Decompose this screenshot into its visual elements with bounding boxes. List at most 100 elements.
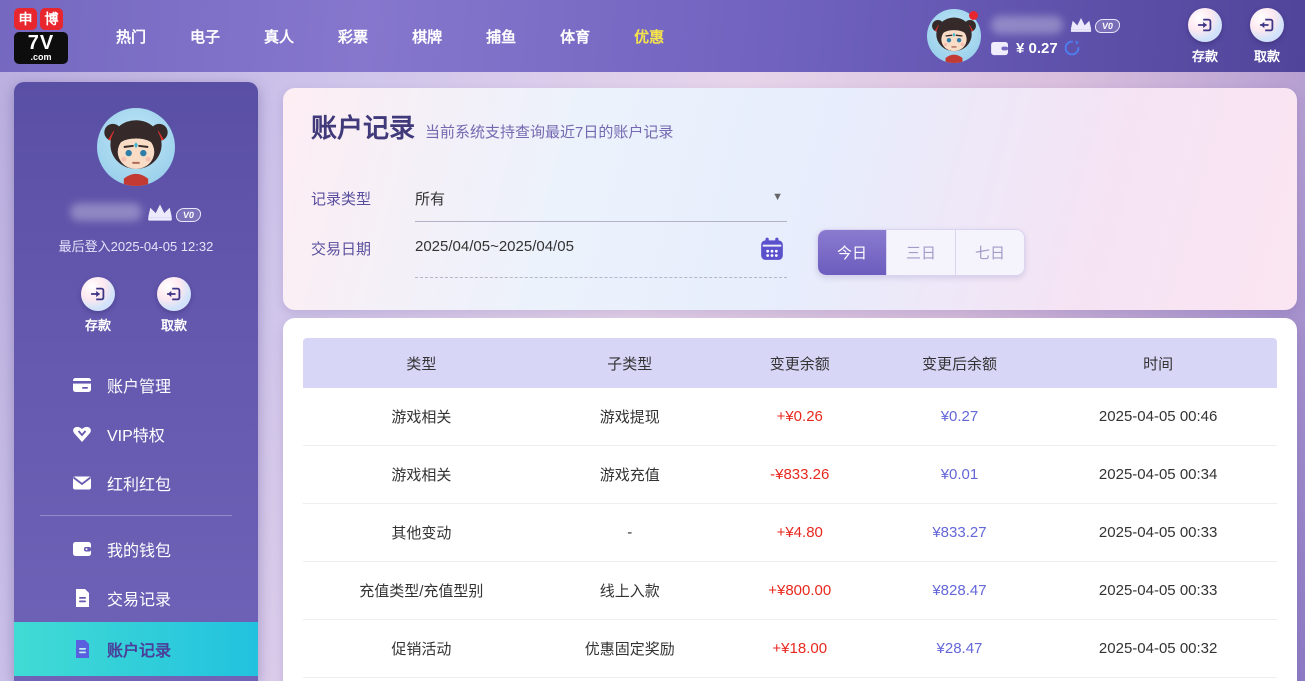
sidebar-item-transaction-records[interactable]: 交易记录: [14, 573, 258, 622]
sidebar-item-label: 交易记录: [107, 591, 172, 609]
deposit-icon: [1188, 7, 1222, 42]
sidebar-user-card: V0 最后登入2025-04-05 12:32 存款 取款: [14, 82, 258, 334]
table-row: 充值类型/充值型别 线上入款 +¥800.00 ¥828.47 2025-04-…: [303, 562, 1277, 620]
document-icon: [76, 588, 89, 607]
cell-change: +¥0.26: [776, 408, 823, 425]
logo-name-block: 7V .com: [14, 32, 68, 64]
record-type-select[interactable]: 所有 ▼: [415, 188, 787, 222]
date-range-value: 2025/04/05~2025/04/05: [415, 238, 574, 255]
sidebar-item-bonus[interactable]: 红利红包: [14, 458, 258, 507]
sidebar-item-label: 红利红包: [107, 476, 172, 494]
withdraw-button[interactable]: 取款: [1243, 7, 1291, 65]
menu-divider: [40, 515, 232, 516]
cell-time: 2025-04-05 00:33: [1098, 582, 1218, 599]
calendar-icon[interactable]: [759, 236, 785, 262]
cell-change: +¥4.80: [776, 524, 823, 541]
cell-change: +¥18.00: [772, 640, 828, 657]
sidebar-menu: 账户管理 VIP特权 红利红包 我的钱包 交易记录 账户记录: [14, 360, 258, 676]
user-avatar[interactable]: [927, 9, 981, 63]
nav-item-promo[interactable]: 优惠: [612, 16, 686, 57]
table-row: 促销活动 优惠固定奖励 +¥18.00 ¥28.47 2025-04-05 00…: [303, 620, 1277, 678]
logo-brand-chars: 申 博: [14, 8, 68, 30]
cell-subtype: 优惠固定奖励: [584, 641, 675, 658]
sidebar-item-account-records[interactable]: 账户记录: [14, 622, 258, 676]
nav-item-fishing[interactable]: 捕鱼: [464, 16, 538, 57]
main-nav: 热门 电子 真人 彩票 棋牌 捕鱼 体育 优惠: [94, 16, 686, 57]
cell-time: 2025-04-05 00:32: [1098, 640, 1218, 657]
nav-item-lottery[interactable]: 彩票: [316, 16, 390, 57]
user-info: V0 ¥ 0.27: [991, 15, 1141, 57]
deposit-button[interactable]: 存款: [1181, 7, 1229, 65]
account-records-filter-card: 账户记录 当前系统支持查询最近7日的账户记录 记录类型 所有 ▼ 交易日期 20…: [283, 88, 1297, 310]
last-login-text: 最后登入2025-04-05 12:32: [58, 239, 214, 254]
account-records-table-card: 类型 子类型 变更余额 变更后余额 时间 游戏相关 游戏提现 +¥0.26 ¥0…: [283, 318, 1297, 681]
sidebar-item-label: 账户管理: [107, 378, 172, 396]
nav-item-slots[interactable]: 电子: [168, 16, 242, 57]
deposit-label: 存款: [1191, 48, 1218, 64]
cell-time: 2025-04-05 00:34: [1098, 466, 1218, 483]
logo-char-1: 申: [14, 8, 37, 30]
logo-tld: .com: [30, 52, 52, 62]
cell-after-balance: ¥0.27: [940, 408, 979, 425]
table-header: 类型 子类型 变更余额 变更后余额 时间: [303, 338, 1277, 388]
nav-item-hot[interactable]: 热门: [94, 16, 168, 57]
table-row: 其他变动 - +¥4.80 ¥833.27 2025-04-05 00:33: [303, 504, 1277, 562]
date-range-tabs: 今日 三日 七日: [817, 229, 1025, 276]
cell-type: 促销活动: [391, 641, 452, 658]
chevron-down-icon: ▼: [772, 191, 783, 203]
nav-item-chess[interactable]: 棋牌: [390, 16, 464, 57]
crown-icon: [1070, 18, 1092, 32]
vip-badge: V0: [1094, 19, 1121, 33]
col-change: 变更余额: [769, 355, 830, 373]
nav-item-sports[interactable]: 体育: [538, 16, 612, 57]
cell-subtype: 游戏提现: [599, 409, 660, 426]
refresh-icon[interactable]: [1064, 40, 1080, 56]
page-title: 账户记录: [311, 113, 416, 143]
deposit-label: 存款: [84, 318, 111, 333]
cell-type: 其他变动: [391, 525, 452, 542]
date-range-input[interactable]: 2025/04/05~2025/04/05: [415, 236, 787, 278]
sidebar-item-label: 账户记录: [107, 643, 172, 660]
date-range-label: 交易日期: [311, 241, 372, 258]
nav-item-live[interactable]: 真人: [242, 16, 316, 57]
sidebar-item-vip[interactable]: VIP特权: [14, 409, 258, 458]
record-type-label: 记录类型: [311, 191, 372, 208]
sidebar-withdraw-button[interactable]: 取款: [150, 277, 198, 334]
cell-subtype: 游戏充值: [599, 467, 660, 484]
envelope-icon: [72, 476, 92, 489]
avatar-cartoon-girl: [104, 120, 168, 186]
logo-name: 7V: [27, 32, 55, 54]
username-blurred: [991, 15, 1063, 34]
col-type: 类型: [406, 355, 437, 373]
vip-heart-icon: [73, 426, 91, 442]
col-after-balance: 变更后余额: [921, 355, 997, 373]
cell-subtype: 线上入款: [599, 583, 660, 600]
table-row: 游戏相关 游戏提现 +¥0.26 ¥0.27 2025-04-05 00:46: [303, 388, 1277, 446]
withdraw-label: 取款: [1253, 48, 1280, 64]
sidebar-item-account-management[interactable]: 账户管理: [14, 360, 258, 409]
vip-badge: V0: [175, 208, 203, 222]
range-tab-7days[interactable]: 七日: [956, 230, 1024, 275]
cell-after-balance: ¥0.01: [940, 466, 979, 483]
cell-after-balance: ¥833.27: [932, 524, 987, 541]
withdraw-icon: [1250, 7, 1284, 42]
sidebar-deposit-button[interactable]: 存款: [74, 277, 122, 334]
balance-amount: ¥ 0.27: [1016, 39, 1058, 57]
col-subtype: 子类型: [607, 355, 653, 373]
withdraw-label: 取款: [160, 318, 187, 333]
cell-change: +¥800.00: [768, 582, 832, 599]
withdraw-icon: [157, 277, 191, 311]
sidebar-avatar: [97, 108, 175, 186]
range-tab-3days[interactable]: 三日: [887, 230, 956, 275]
site-logo[interactable]: 申 博 7V .com: [14, 8, 68, 64]
bank-card-icon: [73, 377, 91, 392]
col-time: 时间: [1143, 355, 1174, 373]
cell-subtype: -: [627, 524, 633, 541]
sidebar-item-wallet[interactable]: 我的钱包: [14, 524, 258, 573]
cell-after-balance: ¥828.47: [932, 582, 987, 599]
sidebar-item-label: VIP特权: [107, 427, 165, 445]
range-tab-today[interactable]: 今日: [818, 230, 887, 275]
cell-time: 2025-04-05 00:33: [1098, 524, 1218, 541]
cell-type: 充值类型/充值型别: [359, 583, 484, 600]
cell-change: -¥833.26: [770, 466, 830, 483]
